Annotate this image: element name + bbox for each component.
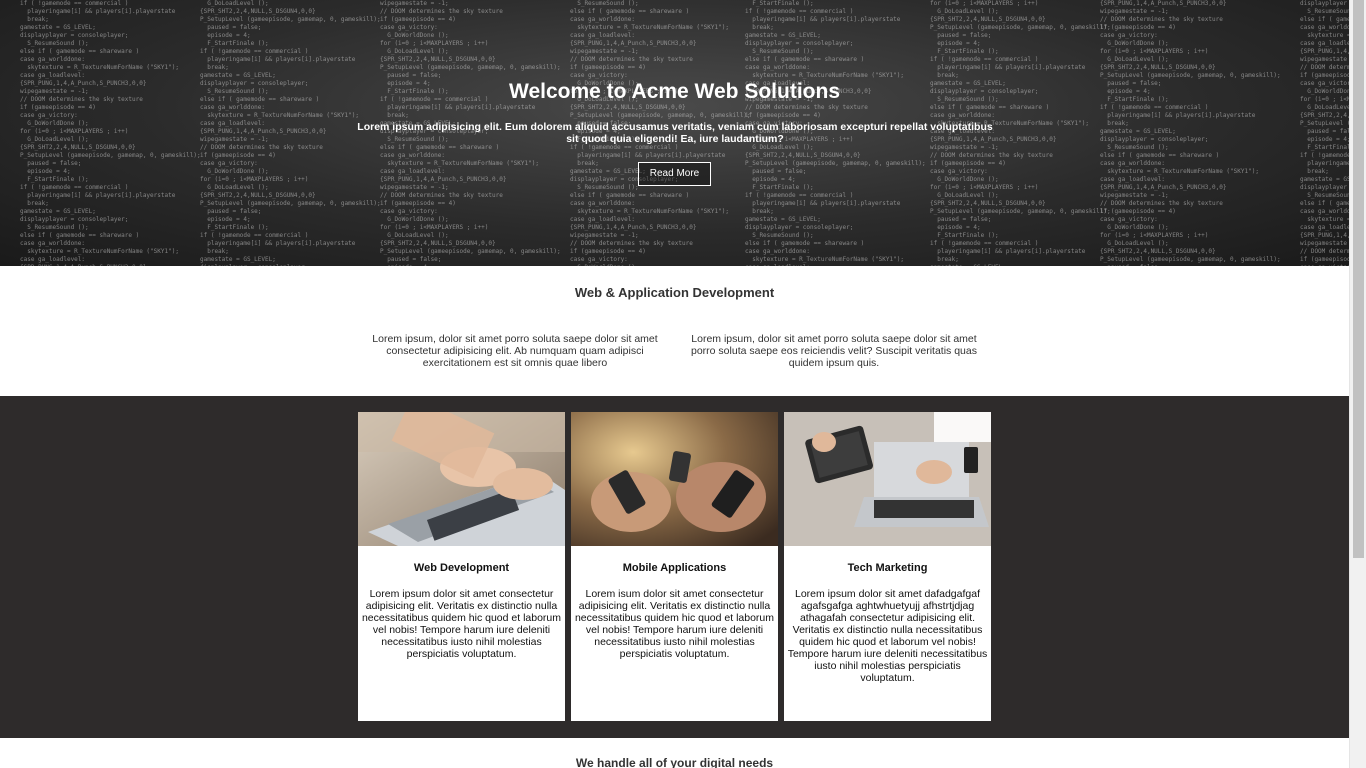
services-cards-section: Web Development Lorem ipsum dolor sit am… [0,396,1349,738]
laptop-typing-image [358,412,565,546]
hero-text: Lorem ipsum adipisicing elit. Eum dolore… [357,121,993,145]
hero-content: Welcome to Acme Web Solutions Lorem ipsu… [0,0,1349,266]
digital-needs-section: We handle all of your digital needs [0,738,1349,768]
card-tech-marketing: Tech Marketing Lorem ipsum dolor sit ame… [784,412,991,721]
card-text: Lorem ipsum dolor sit amet consectetur a… [361,588,562,660]
digital-needs-heading: We handle all of your digital needs [575,756,774,768]
card-title: Web Development [413,562,510,574]
page-scrollbar[interactable] [1349,0,1366,768]
card-mobile-applications: Mobile Applications Lorem isum dolor sit… [571,412,778,721]
intro-left-text: Lorem ipsum, dolor sit amet porro soluta… [372,333,658,369]
hero-section: if ( !gamemode == commercial ) playering… [0,0,1349,266]
hero-title: Welcome to Acme Web Solutions [509,80,840,103]
card-web-development: Web Development Lorem ipsum dolor sit am… [358,412,565,721]
read-more-button[interactable]: Read More [638,162,711,186]
card-title: Mobile Applications [622,562,727,574]
intro-heading: Web & Application Development [574,285,775,300]
scrollbar-thumb[interactable] [1353,0,1364,558]
card-text: Lorem ipsum dolor sit amet dafadgafgaf a… [787,588,988,684]
tablet-laptop-image [784,412,991,546]
phones-image [571,412,778,546]
intro-right-text: Lorem ipsum, dolor sit amet porro soluta… [691,333,977,369]
page: if ( !gamemode == commercial ) playering… [0,0,1349,768]
intro-section: Web & Application Development Lorem ipsu… [0,266,1349,396]
card-text: Lorem isum dolor sit amet consectetur ad… [574,588,775,660]
card-title: Tech Marketing [847,562,928,574]
